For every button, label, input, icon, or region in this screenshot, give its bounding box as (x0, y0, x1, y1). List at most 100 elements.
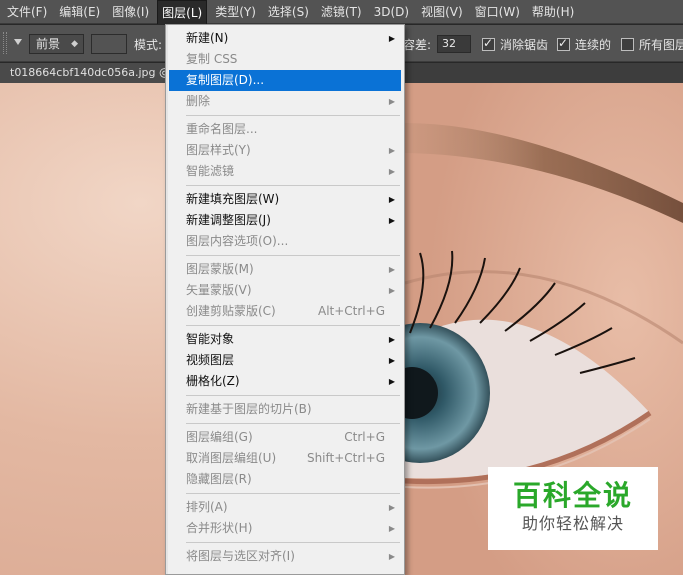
menu-item-label: 矢量蒙版(V) (186, 283, 252, 297)
menu-item-label: 复制 CSS (186, 52, 238, 66)
all-layers-check-icon (621, 38, 634, 51)
menu-item-new-fill-layer[interactable]: 新建填充图层(W) ▶ (166, 189, 404, 210)
menu-separator (186, 325, 400, 326)
menu-item-label: 创建剪贴蒙版(C) (186, 304, 276, 318)
menu-bar: 文件(F) 编辑(E) 图像(I) 图层(L) 类型(Y) 选择(S) 滤镜(T… (0, 0, 683, 24)
menu-item-ungroup-layers[interactable]: 取消图层编组(U) Shift+Ctrl+G (166, 448, 404, 469)
menu-item-duplicate-layer[interactable]: 复制图层(D)... (169, 70, 401, 91)
menu-separator (186, 115, 400, 116)
menu-item-label: 复制图层(D)... (186, 73, 265, 87)
menu-item-combine-shapes[interactable]: 合并形状(H) ▶ (166, 518, 404, 539)
menu-item-label: 将图层与选区对齐(I) (186, 549, 295, 563)
menu-item-shortcut: Alt+Ctrl+G (317, 304, 385, 318)
tolerance-label: 容差: (403, 38, 432, 52)
menu-item-create-clipping-mask[interactable]: 创建剪贴蒙版(C) Alt+Ctrl+G (166, 301, 404, 322)
menu-3d[interactable]: 3D(D) (370, 0, 413, 24)
menu-item-label: 隐藏图层(R) (186, 472, 252, 486)
pattern-picker[interactable] (91, 34, 127, 54)
menu-item-label: 图层编组(G) (186, 430, 253, 444)
menu-item-label: 重命名图层... (186, 122, 258, 136)
submenu-arrow-icon: ▶ (388, 167, 395, 176)
all-layers-label: 所有图层 (639, 38, 683, 52)
submenu-arrow-icon: ▶ (388, 34, 395, 43)
menu-separator (186, 395, 400, 396)
menu-image[interactable]: 图像(I) (108, 0, 153, 24)
menu-item-label: 图层样式(Y) (186, 143, 251, 157)
menu-item-label: 图层内容选项(O)... (186, 234, 289, 248)
menu-item-layer-mask[interactable]: 图层蒙版(M) ▶ (166, 259, 404, 280)
submenu-arrow-icon: ▶ (388, 335, 395, 344)
menu-item-label: 新建填充图层(W) (186, 192, 280, 206)
antialias-checkbox[interactable]: 消除锯齿 (482, 36, 548, 53)
menu-filter[interactable]: 滤镜(T) (317, 0, 366, 24)
menu-separator (186, 423, 400, 424)
menu-layer[interactable]: 图层(L) (157, 0, 208, 24)
menu-item-layer-content-options[interactable]: 图层内容选项(O)... (166, 231, 404, 252)
menu-item-smart-filter[interactable]: 智能滤镜 ▶ (166, 161, 404, 182)
menu-item-hide-layers[interactable]: 隐藏图层(R) (166, 469, 404, 490)
all-layers-checkbox[interactable]: 所有图层 (621, 36, 683, 53)
menu-edit[interactable]: 编辑(E) (55, 0, 104, 24)
select-arrows-icon: ◆ (71, 39, 78, 49)
menu-item-rename-layer[interactable]: 重命名图层... (166, 119, 404, 140)
menu-item-new-layer-based-slice[interactable]: 新建基于图层的切片(B) (166, 399, 404, 420)
menu-item-smart-object[interactable]: 智能对象 ▶ (166, 329, 404, 350)
menu-item-group-layers[interactable]: 图层编组(G) Ctrl+G (166, 427, 404, 448)
menu-item-arrange[interactable]: 排列(A) ▶ (166, 497, 404, 518)
menu-item-copy-css[interactable]: 复制 CSS (166, 49, 404, 70)
menu-item-delete[interactable]: 删除 ▶ (166, 91, 404, 112)
menu-item-align-layers-to-selection[interactable]: 将图层与选区对齐(I) ▶ (166, 546, 404, 567)
menu-item-layer-style[interactable]: 图层样式(Y) ▶ (166, 140, 404, 161)
watermark-title: 百科全说 (512, 479, 633, 512)
fill-source-select[interactable]: 前景 ◆ (29, 34, 84, 54)
menu-help[interactable]: 帮助(H) (528, 0, 578, 24)
contiguous-checkbox[interactable]: 连续的 (557, 36, 611, 53)
menu-item-label: 排列(A) (186, 500, 228, 514)
watermark-subtitle: 助你轻松解决 (521, 514, 624, 533)
menu-item-label: 智能对象 (186, 332, 235, 346)
submenu-arrow-icon: ▶ (388, 265, 395, 274)
menu-type[interactable]: 类型(Y) (211, 0, 260, 24)
menu-select[interactable]: 选择(S) (264, 0, 313, 24)
menu-item-label: 智能滤镜 (186, 164, 235, 178)
menu-file[interactable]: 文件(F) (3, 0, 51, 24)
submenu-arrow-icon: ▶ (388, 146, 395, 155)
menu-separator (186, 255, 400, 256)
menu-window[interactable]: 窗口(W) (471, 0, 524, 24)
antialias-label: 消除锯齿 (500, 38, 549, 52)
menu-item-new[interactable]: 新建(N) ▶ (166, 28, 404, 49)
menu-item-label: 图层蒙版(M) (186, 262, 254, 276)
contiguous-label: 连续的 (575, 38, 612, 52)
submenu-arrow-icon: ▶ (388, 377, 395, 386)
document-tab[interactable]: t018664cbf140dc056a.jpg @ (0, 63, 175, 83)
menu-item-label: 合并形状(H) (186, 521, 253, 535)
menu-item-label: 新建调整图层(J) (186, 213, 271, 227)
submenu-arrow-icon: ▶ (388, 503, 395, 512)
submenu-arrow-icon: ▶ (388, 286, 395, 295)
menu-item-rasterize[interactable]: 栅格化(Z) ▶ (166, 371, 404, 392)
menu-item-new-adjustment-layer[interactable]: 新建调整图层(J) ▶ (166, 210, 404, 231)
menu-separator (186, 542, 400, 543)
tolerance-input[interactable]: 32 (437, 35, 471, 53)
menu-item-video-layer[interactable]: 视频图层 ▶ (166, 350, 404, 371)
watermark: 百科全说 助你轻松解决 (488, 467, 658, 550)
submenu-arrow-icon: ▶ (388, 356, 395, 365)
menu-item-shortcut: Ctrl+G (344, 430, 385, 444)
submenu-arrow-icon: ▶ (388, 97, 395, 106)
menu-separator (186, 493, 400, 494)
menu-item-label: 新建基于图层的切片(B) (186, 402, 312, 416)
options-bar-grip[interactable] (3, 32, 7, 54)
menu-view[interactable]: 视图(V) (417, 0, 467, 24)
menu-item-label: 取消图层编组(U) (186, 451, 277, 465)
menu-item-shortcut: Shift+Ctrl+G (306, 451, 385, 465)
submenu-arrow-icon: ▶ (388, 216, 395, 225)
menu-separator (186, 185, 400, 186)
antialias-check-icon (482, 36, 495, 51)
paint-bucket-tool-icon[interactable] (12, 33, 24, 53)
submenu-arrow-icon: ▶ (388, 195, 395, 204)
mode-label: 模式: (134, 38, 163, 52)
menu-item-label: 视频图层 (186, 353, 235, 367)
contiguous-check-icon (557, 36, 570, 51)
menu-item-vector-mask[interactable]: 矢量蒙版(V) ▶ (166, 280, 404, 301)
menu-item-label: 删除 (186, 94, 211, 108)
